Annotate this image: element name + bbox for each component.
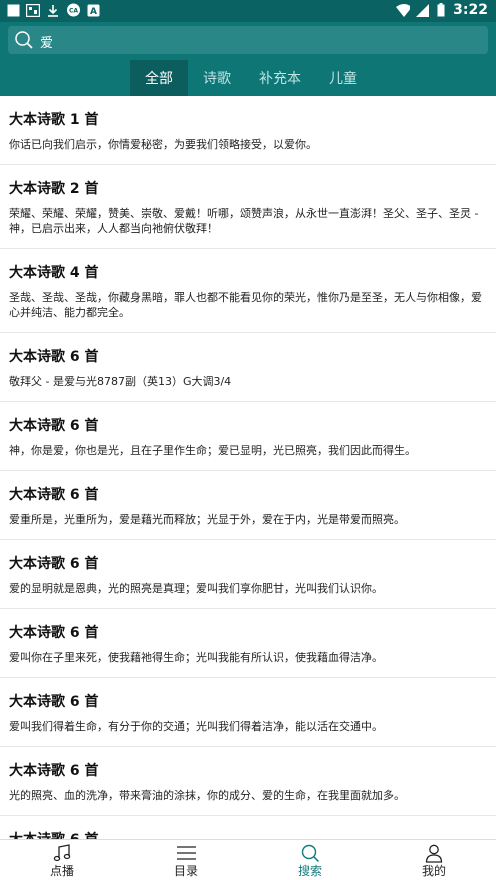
item-text: 爱叫我们得着生命，有分于你的交通；光叫我们得着洁净，能以活在交通中。 xyxy=(9,720,383,733)
list-item[interactable]: 大本诗歌 6 首 神，你是爱，你也是光，且在子里作生命；爱已显明，光已照亮，我们… xyxy=(0,402,496,471)
tab-all[interactable]: 全部 xyxy=(130,60,188,96)
nav-label: 我的 xyxy=(421,863,446,878)
search-input[interactable]: 爱 xyxy=(8,26,488,54)
music-note-icon xyxy=(52,843,72,863)
status-left-icons: CA A xyxy=(6,3,100,17)
list-item[interactable]: 大本诗歌 2 首 荣耀、荣耀、荣耀，赞美、崇敬、爱戴！听哪，颂赞声浪，从永世一直… xyxy=(0,165,496,249)
download-icon xyxy=(46,3,60,17)
nav-me[interactable]: 我的 xyxy=(372,840,496,880)
list-item[interactable]: 大本诗歌 6 首 爱重所是，光重所为，爱是藉光而释放；光显于外，爱在于内，光是带… xyxy=(0,471,496,540)
svg-text:CA: CA xyxy=(69,8,78,15)
tab-children[interactable]: 儿童 xyxy=(314,60,372,96)
header: 爱 全部 诗歌 补充本 儿童 xyxy=(0,22,496,96)
results-list: 大本诗歌 1 首 你话已向我们启示，你情爱秘密，为要我们领略接受，以爱你。 大本… xyxy=(0,96,496,839)
person-icon xyxy=(424,843,444,863)
item-title: 大本诗歌 6 首 xyxy=(9,625,99,641)
a-box-icon: A xyxy=(86,3,100,17)
item-text: 敬拜父 - 是爱与光8787副（英13）G大调3/4 xyxy=(9,375,232,388)
status-right: 3:22 xyxy=(396,2,488,18)
item-text: 爱叫你在子里来死，使我藉祂得生命；光叫我能有所认识，使我藉血得洁净。 xyxy=(9,651,383,664)
list-item[interactable]: 大本诗歌 6 首 爱叫我们得着生命，有分于你的交通；光叫我们得着洁净，能以活在交… xyxy=(0,678,496,747)
item-text: 圣哉、圣哉、圣哉，你藏身黑暗，罪人也都不能看见你的荣光，惟你乃是至圣，无人与你相… xyxy=(9,291,482,319)
nav-play[interactable]: 点播 xyxy=(0,840,124,880)
list-item[interactable]: 大本诗歌 6 首 敬拜父 - 是爱与光8787副（英13）G大调3/4 xyxy=(0,333,496,402)
nav-search[interactable]: 搜索 xyxy=(248,840,372,880)
item-title: 大本诗歌 6 首 xyxy=(9,763,99,779)
item-title: 大本诗歌 6 首 xyxy=(9,556,99,572)
tab-poems[interactable]: 诗歌 xyxy=(188,60,246,96)
item-text: 爱重所是，光重所为，爱是藉光而释放；光显于外，爱在于内，光是带爱而照亮。 xyxy=(9,513,405,526)
menu-list-icon xyxy=(176,843,196,863)
item-text: 你话已向我们启示，你情爱秘密，为要我们领略接受，以爱你。 xyxy=(9,138,317,151)
item-title: 大本诗歌 6 首 xyxy=(9,418,99,434)
item-title: 大本诗歌 1 首 xyxy=(9,112,99,128)
nav-label: 点播 xyxy=(49,863,74,878)
ca-icon: CA xyxy=(66,3,80,17)
list-item[interactable]: 大本诗歌 6 首 爱叫你在子里来死，使我藉祂得生命；光叫我能有所认识，使我藉血得… xyxy=(0,609,496,678)
tab-supplement[interactable]: 补充本 xyxy=(246,60,314,96)
category-tabs: 全部 诗歌 补充本 儿童 xyxy=(130,60,372,96)
item-title: 大本诗歌 6 首 xyxy=(9,816,487,839)
gallery-icon xyxy=(26,3,40,17)
list-item[interactable]: 大本诗歌 6 首 xyxy=(0,816,496,839)
nav-label: 目录 xyxy=(173,863,198,878)
square-icon xyxy=(6,3,20,17)
search-icon xyxy=(300,843,320,863)
search-query: 爱 xyxy=(40,36,54,51)
item-text: 神，你是爱，你也是光，且在子里作生命；爱已显明，光已照亮，我们因此而得生。 xyxy=(9,444,416,457)
signal-icon xyxy=(415,3,429,17)
list-item[interactable]: 大本诗歌 6 首 爱的显明就是恩典，光的照亮是真理；爱叫我们享你肥甘，光叫我们认… xyxy=(0,540,496,609)
item-title: 大本诗歌 4 首 xyxy=(9,265,99,281)
item-title: 大本诗歌 2 首 xyxy=(9,181,99,197)
wifi-icon xyxy=(396,3,411,17)
search-icon xyxy=(14,30,34,50)
svg-text:A: A xyxy=(90,7,97,17)
list-item[interactable]: 大本诗歌 6 首 光的照亮、血的洗净，带来膏油的涂抹，你的成分、爱的生命，在我里… xyxy=(0,747,496,816)
item-text: 爱的显明就是恩典，光的照亮是真理；爱叫我们享你肥甘，光叫我们认识你。 xyxy=(9,582,383,595)
list-item[interactable]: 大本诗歌 1 首 你话已向我们启示，你情爱秘密，为要我们领略接受，以爱你。 xyxy=(0,96,496,165)
battery-icon xyxy=(434,3,448,17)
status-bar: CA A 3:22 xyxy=(0,0,496,22)
nav-label: 搜索 xyxy=(297,863,322,878)
item-title: 大本诗歌 6 首 xyxy=(9,349,99,365)
status-time: 3:22 xyxy=(453,2,488,18)
bottom-nav: 点播 目录 搜索 我的 xyxy=(0,839,496,880)
item-text: 荣耀、荣耀、荣耀，赞美、崇敬、爱戴！听哪，颂赞声浪，从永世一直澎湃！圣父、圣子、… xyxy=(9,207,479,235)
item-title: 大本诗歌 6 首 xyxy=(9,694,99,710)
list-item[interactable]: 大本诗歌 4 首 圣哉、圣哉、圣哉，你藏身黑暗，罪人也都不能看见你的荣光，惟你乃… xyxy=(0,249,496,333)
item-title: 大本诗歌 6 首 xyxy=(9,487,99,503)
item-text: 光的照亮、血的洗净，带来膏油的涂抹，你的成分、爱的生命，在我里面就加多。 xyxy=(9,789,405,802)
nav-catalog[interactable]: 目录 xyxy=(124,840,248,880)
